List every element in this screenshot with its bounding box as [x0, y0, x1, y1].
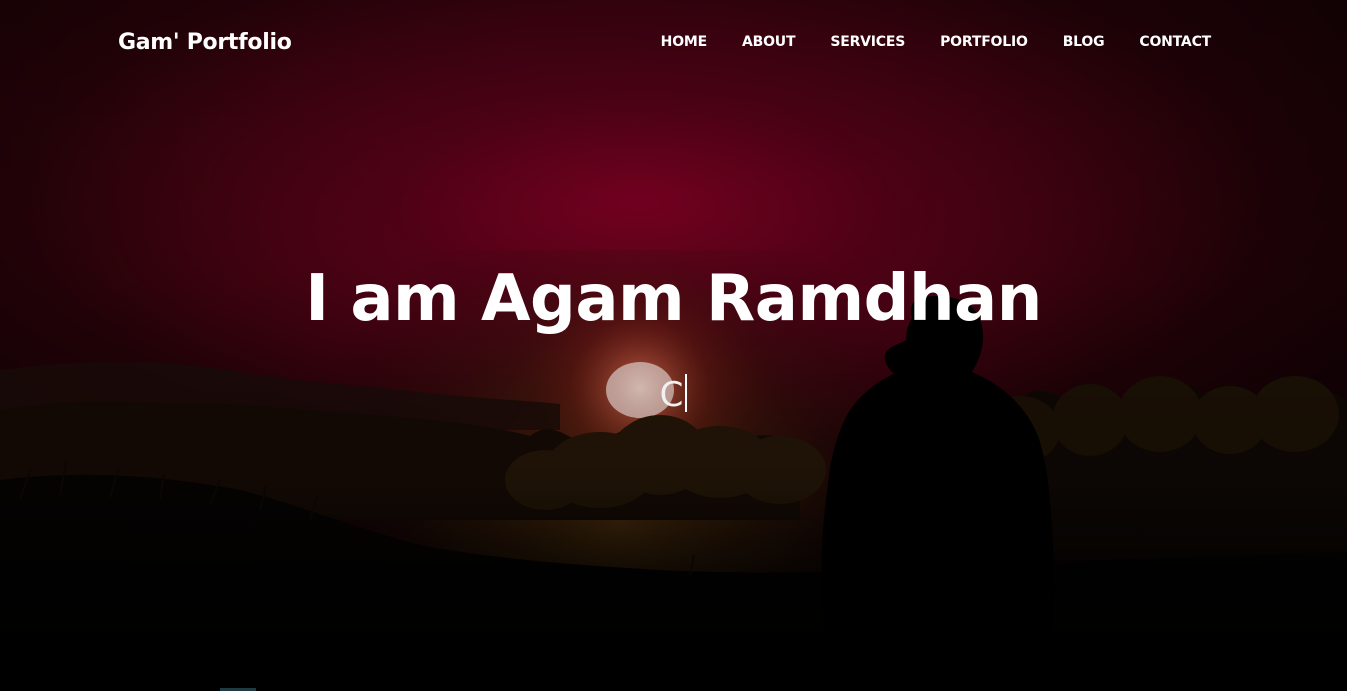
nav-menu: HOME ABOUT SERVICES PORTFOLIO BLOG CONTA…	[661, 34, 1212, 50]
typed-subtitle: C	[0, 370, 1347, 420]
nav-item-contact[interactable]: CONTACT	[1104, 34, 1211, 50]
typing-cursor	[685, 374, 688, 412]
navbar: Gam' Portfolio HOME ABOUT SERVICES PORTF…	[0, 0, 1347, 88]
nav-item-services[interactable]: SERVICES	[795, 34, 905, 50]
nav-item-home[interactable]: HOME	[661, 34, 708, 50]
brand-logo[interactable]: Gam' Portfolio	[118, 30, 292, 55]
nav-item-blog[interactable]: BLOG	[1028, 34, 1105, 50]
nav-item-about[interactable]: ABOUT	[707, 34, 796, 50]
nav-item-portfolio[interactable]: PORTFOLIO	[905, 34, 1028, 50]
hero-title: I am Agam Ramdhan	[305, 262, 1042, 336]
hero-content: I am Agam Ramdhan C	[0, 258, 1347, 420]
typed-text: C	[659, 375, 684, 415]
